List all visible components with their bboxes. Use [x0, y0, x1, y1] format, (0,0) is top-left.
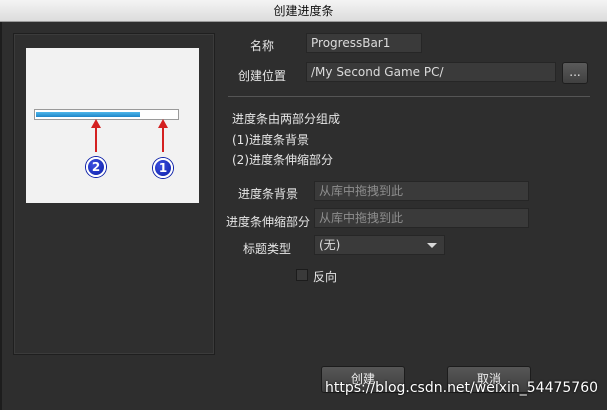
window-edge	[0, 22, 2, 410]
arrow-shaft	[95, 127, 97, 152]
description-line-2: (1)进度条背景	[232, 133, 309, 147]
background-drop-field[interactable]: 从库中拖拽到此	[314, 181, 529, 201]
stretch-label: 进度条伸缩部分	[226, 215, 311, 229]
title-type-label: 标题类型	[243, 242, 292, 256]
background-label: 进度条背景	[238, 187, 299, 201]
watermark: https://blog.csdn.net/weixin_54475760	[325, 380, 599, 396]
chevron-down-icon	[427, 243, 437, 248]
arrow-shaft	[162, 127, 164, 152]
title-bar: 创建进度条	[0, 0, 607, 22]
progress-bar-fill	[36, 112, 140, 117]
browse-button[interactable]: ...	[562, 62, 588, 84]
location-label: 创建位置	[238, 69, 287, 83]
reverse-checkbox[interactable]	[296, 269, 308, 281]
badge-2: 2	[86, 157, 106, 177]
location-input[interactable]: /My Second Game PC/	[306, 62, 556, 82]
title-type-select[interactable]: (无)	[314, 235, 445, 255]
separator	[228, 96, 590, 97]
badge-1: 1	[153, 158, 173, 178]
reverse-label: 反向	[313, 270, 338, 284]
window-title: 创建进度条	[273, 4, 334, 18]
stretch-drop-field[interactable]: 从库中拖拽到此	[314, 208, 529, 228]
name-input[interactable]: ProgressBar1	[306, 33, 422, 53]
description-line-3: (2)进度条伸缩部分	[232, 153, 333, 167]
preview-canvas: 2 1	[26, 48, 199, 203]
name-label: 名称	[250, 39, 275, 53]
description-line-1: 进度条由两部分组成	[232, 112, 341, 126]
title-type-value: (无)	[319, 238, 341, 252]
